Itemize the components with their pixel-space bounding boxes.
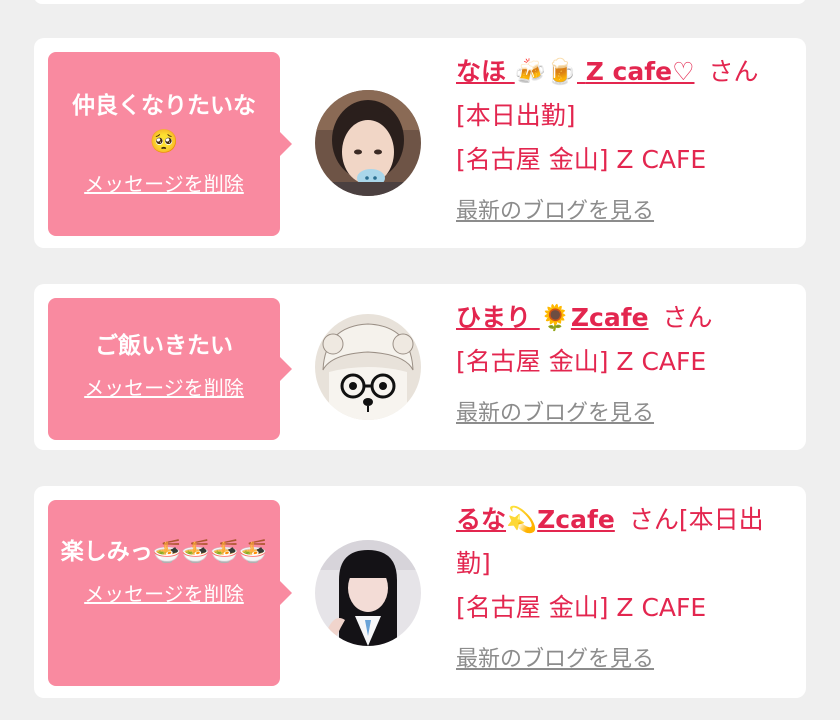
delete-message-link[interactable]: メッセージを削除 [84,578,244,607]
previous-card-edge [34,0,806,4]
cast-info: なほ 🍻🍺 Z cafe♡ さん [本日出勤] [名古屋 金山] Z CAFE 最… [456,50,796,234]
cast-avatar[interactable] [315,90,421,196]
message-text: ご飯いきたい [48,328,280,364]
message-bubble: 楽しみっ🍜🍜🍜🍜 メッセージを削除 [48,500,280,686]
delete-message-link[interactable]: メッセージを削除 [84,372,244,401]
message-card: ご飯いきたい メッセージを削除 ひまり 🌻Zcafe さん [名古屋 金山] Z … [34,284,806,450]
cast-name-line: ひまり 🌻Zcafe さん [456,296,796,340]
latest-blog-link[interactable]: 最新のブログを見る [456,190,654,234]
cast-info: ひまり 🌻Zcafe さん [名古屋 金山] Z CAFE 最新のブログを見る [456,296,796,436]
cast-info: るな💫Zcafe さん[本日出 勤] [名古屋 金山] Z CAFE 最新のブログ… [456,498,796,682]
cast-name-text: なほ [456,57,507,86]
work-status-continued: 勤] [456,549,491,578]
message-card: 仲良くなりたいな 🥺 メッセージを削除 なほ 🍻🍺 Z cafe♡ さん [本日出… [34,38,806,248]
message-bubble: 仲良くなりたいな 🥺 メッセージを削除 [48,52,280,236]
cast-name-suffix: Z cafe♡ [585,57,695,86]
message-bubble: ご飯いきたい メッセージを削除 [48,298,280,440]
cast-name-suffix: Zcafe [537,505,615,534]
latest-blog-link[interactable]: 最新のブログを見る [456,638,654,682]
work-status: [本日出勤] [456,101,576,130]
cast-name-link[interactable]: ひまり 🌻Zcafe [456,303,649,332]
message-label: ご飯いきたい [95,333,233,359]
shop-name: [名古屋 金山] Z CAFE [456,145,707,174]
message-card: 楽しみっ🍜🍜🍜🍜 メッセージを削除 るな💫Zcafe さん[本日出 勤] [名古屋… [34,486,806,698]
cast-name-link[interactable]: なほ 🍻🍺 Z cafe♡ [456,57,694,86]
delete-message-link[interactable]: メッセージを削除 [84,168,244,197]
cast-name-text: ひまり [456,303,532,332]
beer-mugs-icon: 🍻🍺 [514,57,577,86]
message-text: 仲良くなりたいな 🥺 [48,88,280,160]
honorific-label: さん [628,505,679,534]
dizzy-star-icon: 💫 [506,505,538,534]
honorific-label: さん [708,57,759,86]
cast-name-suffix: Zcafe [570,303,649,332]
cast-name-text: るな [456,505,507,534]
message-label: 楽しみっ [60,539,153,565]
latest-blog-link[interactable]: 最新のブログを見る [456,392,654,436]
shop-name: [名古屋 金山] Z CAFE [456,593,707,622]
cast-name-line: るな💫Zcafe さん[本日出 [456,498,796,542]
pleading-face-icon: 🥺 [149,129,179,155]
cast-name-link[interactable]: るな💫Zcafe [456,505,615,534]
ramen-bowl-icon: 🍜🍜🍜🍜 [152,539,268,565]
message-text: 楽しみっ🍜🍜🍜🍜 [48,534,280,570]
cast-avatar[interactable] [315,540,421,646]
sunflower-icon: 🌻 [539,303,571,332]
message-label: 仲良くなりたいな [72,93,256,119]
shop-name: [名古屋 金山] Z CAFE [456,347,707,376]
cast-name-line: なほ 🍻🍺 Z cafe♡ さん [456,50,796,94]
honorific-label: さん [662,303,713,332]
work-status: [本日出 [678,505,764,534]
cast-avatar[interactable] [315,314,421,420]
